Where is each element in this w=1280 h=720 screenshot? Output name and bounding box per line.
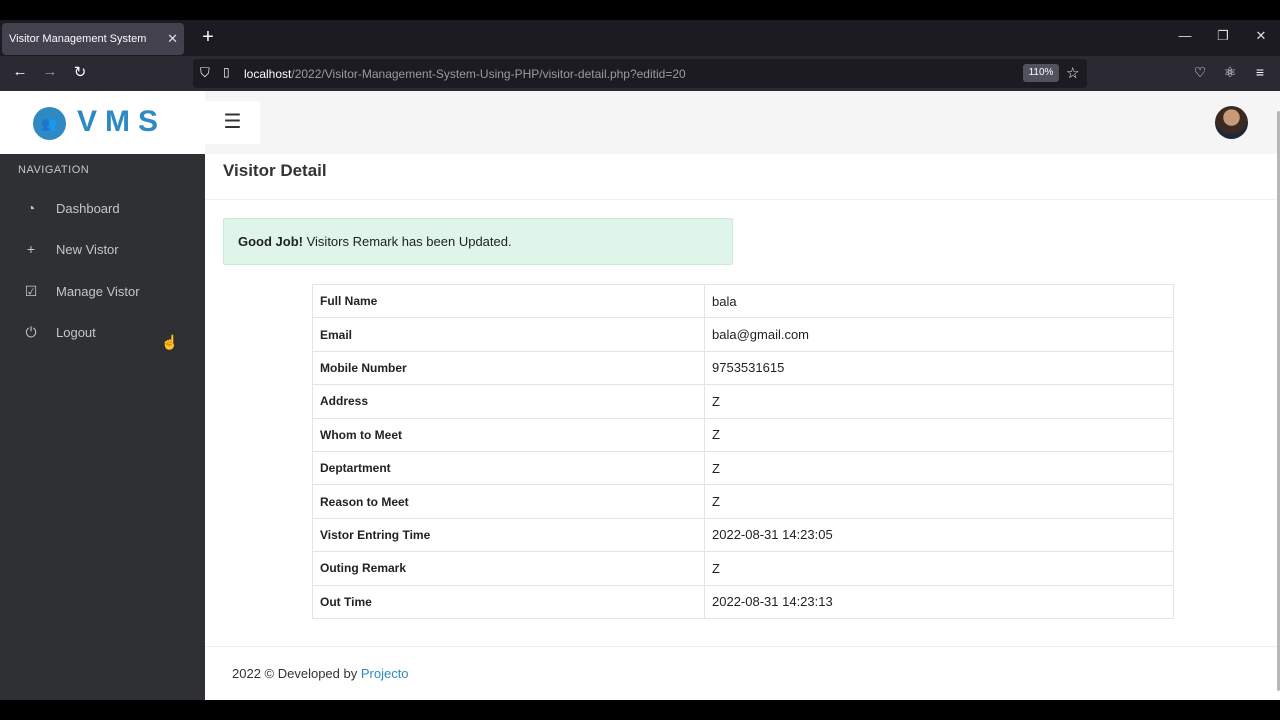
sidebar-item-label: Logout	[56, 324, 96, 340]
top-header: ☰	[205, 91, 1280, 154]
success-alert: Good Job! Visitors Remark has been Updat…	[223, 218, 733, 265]
row-value: 2022-08-31 14:23:13	[704, 584, 1174, 619]
page-info-icon[interactable]: ▯	[223, 65, 230, 79]
back-icon[interactable]: ←	[9, 63, 31, 80]
browser-navbar: ← → ↻ ⛉ ▯ localhost/2022/Visitor-Managem…	[0, 56, 1280, 91]
row-value: Z	[704, 551, 1174, 586]
row-label: Outing Remark	[312, 551, 705, 586]
reload-icon[interactable]: ↻	[69, 63, 91, 81]
footer-text: 2022 © Developed by	[232, 666, 361, 681]
table-row: Reason to Meet Z	[312, 484, 1174, 519]
row-value: 2022-08-31 14:23:05	[704, 517, 1174, 553]
url-text[interactable]: localhost/2022/Visitor-Management-System…	[244, 67, 686, 81]
minimize-icon[interactable]: —	[1175, 28, 1195, 43]
table-row: Outing Remark Z	[312, 551, 1174, 586]
forward-icon[interactable]: →	[39, 63, 61, 80]
row-label: Whom to Meet	[312, 417, 705, 452]
zoom-indicator[interactable]: 110%	[1023, 64, 1059, 82]
react-devtools-icon[interactable]: ⚛	[1220, 64, 1240, 81]
hamburger-menu-icon[interactable]: ☰	[205, 101, 260, 144]
url-host: localhost	[244, 67, 292, 81]
avatar[interactable]	[1215, 106, 1248, 139]
app-menu-icon[interactable]: ≡	[1250, 64, 1270, 80]
row-value: bala	[704, 283, 1174, 319]
sidebar-item-label: New Vistor	[56, 241, 119, 257]
logo-area[interactable]: 👥 VMS	[0, 91, 205, 154]
logo-text: VMS	[77, 105, 167, 138]
row-label: Email	[312, 317, 705, 352]
tab-title: Visitor Management System	[9, 33, 147, 45]
table-row: Out Time 2022-08-31 14:23:13	[312, 584, 1174, 619]
title-divider	[205, 199, 1280, 200]
sidebar: 👥 VMS NAVIGATION ◔ Dashboard + New Visto…	[0, 91, 205, 700]
row-label: Address	[312, 384, 705, 419]
tab-close-icon[interactable]: ✕	[167, 31, 178, 47]
row-label: Deptartment	[312, 450, 705, 486]
row-value: 9753531615	[704, 350, 1174, 386]
pocket-icon[interactable]: ♡	[1190, 64, 1210, 81]
sidebar-item-new-visitor[interactable]: + New Vistor	[0, 234, 205, 264]
restore-icon[interactable]: ❐	[1213, 28, 1233, 44]
alert-strong: Good Job!	[238, 234, 303, 249]
shield-icon[interactable]: ⛉	[200, 65, 210, 81]
nav-section-title: NAVIGATION	[18, 164, 90, 176]
bookmark-star-icon[interactable]: ☆	[1066, 64, 1079, 82]
power-icon: ⏻	[25, 323, 37, 340]
main-content: Visitor Detail Good Job! Visitors Remark…	[205, 154, 1280, 700]
url-path: /2022/Visitor-Management-System-Using-PH…	[291, 67, 686, 81]
row-value: Z	[704, 384, 1174, 419]
table-row: Whom to Meet Z	[312, 417, 1174, 452]
sidebar-item-label: Manage Vistor	[56, 283, 140, 299]
row-value: bala@gmail.com	[704, 317, 1174, 352]
mouse-pointer-icon: ☝	[161, 334, 179, 350]
plus-icon: +	[26, 241, 36, 257]
screen: Visitor Management System ✕ + — ❐ ✕ ← → …	[0, 0, 1280, 720]
page-title: Visitor Detail	[223, 161, 327, 180]
address-bar[interactable]: ⛉ ▯ localhost/2022/Visitor-Management-Sy…	[193, 59, 1087, 88]
row-label: Reason to Meet	[312, 484, 705, 519]
sidebar-item-dashboard[interactable]: ◔ Dashboard	[0, 193, 205, 223]
browser-tabbar: Visitor Management System ✕ + — ❐ ✕	[0, 20, 1280, 56]
window-close-icon[interactable]: ✕	[1251, 28, 1271, 44]
row-label: Full Name	[312, 283, 705, 319]
row-value: Z	[704, 484, 1174, 519]
table-row: Address Z	[312, 384, 1174, 419]
table-row: Deptartment Z	[312, 450, 1174, 486]
footer-link[interactable]: Projecto	[361, 666, 409, 681]
row-value: Z	[704, 450, 1174, 486]
table-row: Full Name bala	[312, 283, 1174, 319]
edit-square-icon: ☑	[24, 282, 38, 299]
browser-tab[interactable]: Visitor Management System ✕	[2, 23, 184, 55]
row-label: Vistor Entring Time	[312, 517, 705, 553]
users-logo-icon: 👥	[33, 107, 66, 140]
page-viewport: 👥 VMS NAVIGATION ◔ Dashboard + New Visto…	[0, 91, 1280, 700]
speedometer-icon: ◔	[26, 200, 36, 216]
new-tab-button[interactable]: +	[196, 26, 220, 49]
footer: 2022 © Developed by Projecto	[232, 666, 409, 681]
sidebar-item-manage-visitor[interactable]: ☑ Manage Vistor	[0, 276, 205, 306]
table-row: Mobile Number 9753531615	[312, 350, 1174, 386]
table-row: Vistor Entring Time 2022-08-31 14:23:05	[312, 517, 1174, 553]
row-value: Z	[704, 417, 1174, 452]
sidebar-item-label: Dashboard	[56, 200, 120, 216]
visitor-detail-table: Full Name bala Email bala@gmail.com Mobile…	[312, 283, 1174, 619]
row-label: Mobile Number	[312, 350, 705, 386]
table-row: Email bala@gmail.com	[312, 317, 1174, 352]
footer-divider	[205, 646, 1280, 647]
alert-text: Visitors Remark has been Updated.	[303, 234, 512, 249]
row-label: Out Time	[312, 584, 705, 619]
